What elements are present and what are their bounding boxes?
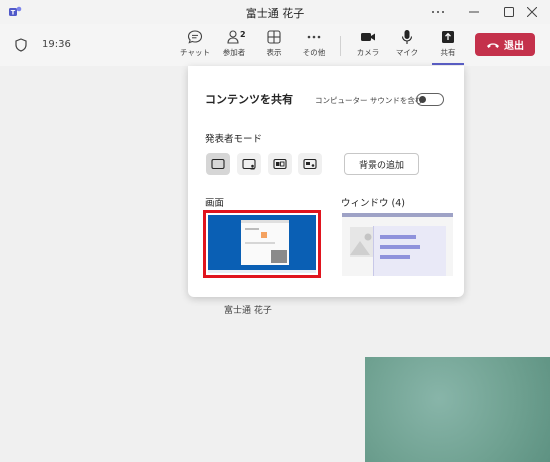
- window-preview-pane: [373, 226, 446, 276]
- preview-titlebar: [241, 220, 289, 223]
- window-section-label: ウィンドウ (4): [341, 198, 405, 209]
- presenter-mode-content-only[interactable]: [206, 153, 230, 175]
- preview-window: [241, 220, 289, 265]
- screen-preview: [208, 215, 316, 273]
- close-icon: [527, 7, 537, 17]
- preview-line: [245, 242, 275, 244]
- view-icon: [267, 30, 281, 44]
- window-preview-line: [380, 245, 420, 249]
- screen-share-thumbnail[interactable]: [203, 210, 321, 278]
- preview-taskbar: [208, 270, 316, 273]
- side-by-side-icon: [273, 158, 287, 170]
- more-label: その他: [302, 48, 326, 57]
- participants-label: 参加者: [222, 48, 246, 57]
- window-preview-line: [380, 235, 416, 239]
- add-background-button[interactable]: 背景の追加: [344, 153, 419, 175]
- share-content-panel: コンテンツを共有 コンピューター サウンドを含む 発表者モード 背景の追加 画面…: [188, 66, 464, 297]
- participants-count: 2: [240, 30, 246, 39]
- shield-icon: [15, 38, 27, 52]
- content-only-icon: [211, 158, 225, 170]
- window-preview-titlebar: [342, 213, 453, 217]
- preview-image: [271, 250, 287, 263]
- participants-button[interactable]: 2 参加者: [217, 27, 251, 63]
- view-label: 表示: [266, 48, 282, 57]
- share-active-indicator: [432, 63, 464, 65]
- share-label: 共有: [440, 48, 456, 57]
- more-icon: [432, 11, 444, 13]
- more-options-button[interactable]: [420, 0, 456, 24]
- chat-icon: [187, 30, 203, 44]
- preview-line: [245, 228, 259, 230]
- screen-section-label: 画面: [205, 198, 225, 209]
- toolbar-divider: [340, 36, 341, 56]
- presenter-mode-reporter[interactable]: [298, 153, 322, 175]
- camera-icon: [361, 33, 375, 41]
- standout-icon: [242, 158, 256, 170]
- more-icon: [307, 35, 321, 39]
- presenter-mode-standout[interactable]: [237, 153, 261, 175]
- window-preview-line: [380, 255, 410, 259]
- self-video-preview[interactable]: [365, 357, 550, 462]
- meeting-timer: 19:36: [42, 39, 71, 50]
- leave-button[interactable]: 退出: [475, 33, 535, 56]
- window-share-thumbnail[interactable]: [342, 213, 453, 276]
- include-sound-label: コンピューター サウンドを含む: [315, 96, 423, 105]
- camera-label: カメラ: [356, 48, 380, 57]
- minimize-button[interactable]: [456, 0, 492, 24]
- share-panel-title: コンテンツを共有: [205, 93, 293, 106]
- mic-icon: [401, 30, 413, 44]
- phone-hangup-icon: [487, 42, 499, 48]
- presenter-mode-label: 発表者モード: [205, 134, 263, 145]
- mic-label: マイク: [395, 48, 419, 57]
- leave-label: 退出: [504, 41, 524, 52]
- mic-button[interactable]: マイク: [390, 27, 424, 63]
- close-button[interactable]: [514, 0, 550, 24]
- minimize-icon: [469, 11, 479, 13]
- view-button[interactable]: 表示: [257, 27, 291, 63]
- chat-button[interactable]: チャット: [178, 27, 212, 63]
- title-bar: T 富士通 花子: [0, 0, 550, 24]
- chat-label: チャット: [180, 48, 210, 57]
- presenter-mode-side-by-side[interactable]: [268, 153, 292, 175]
- maximize-icon: [504, 7, 514, 17]
- camera-button[interactable]: カメラ: [351, 27, 385, 63]
- participant-name: 富士通 花子: [224, 306, 272, 316]
- share-icon: [442, 31, 454, 43]
- more-actions-button[interactable]: その他: [297, 27, 331, 63]
- include-sound-toggle[interactable]: [416, 93, 444, 106]
- meeting-toolbar: 19:36 チャット 2 参加者 表示 その他 カメラ マイク 共有 退出: [0, 24, 550, 67]
- reporter-icon: [303, 158, 317, 170]
- share-button[interactable]: 共有: [431, 27, 465, 63]
- preview-accent: [261, 232, 267, 238]
